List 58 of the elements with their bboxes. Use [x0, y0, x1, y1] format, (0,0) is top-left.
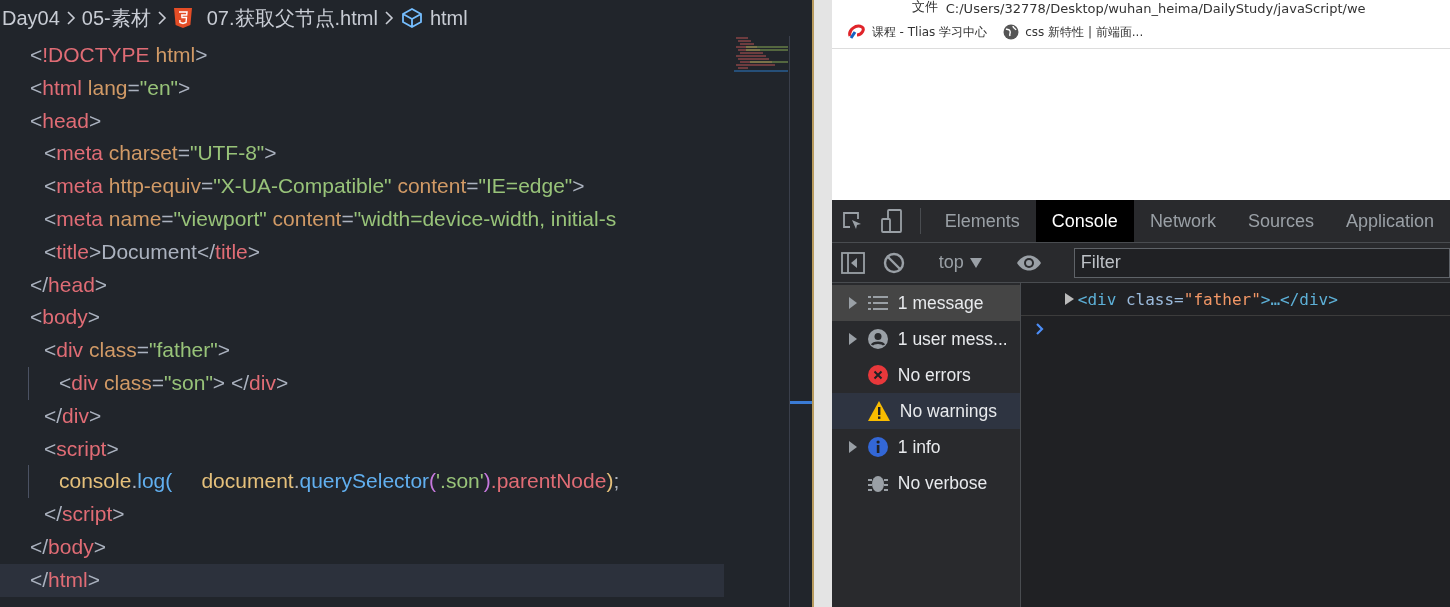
expand-arrow-icon[interactable] [1064, 293, 1074, 305]
sidebar-item[interactable]: 1 info [831, 429, 1020, 465]
code-line: <html lang="en"> [29, 74, 192, 101]
sidebar-item[interactable]: No errors [831, 357, 1020, 393]
code-line: </div> [43, 402, 103, 429]
sidebar-item[interactable]: No verbose [831, 465, 1020, 501]
code-line: </script> [43, 501, 126, 528]
sidebar-item[interactable]: 1 message [831, 285, 1020, 321]
devtools-tab[interactable]: Network [1133, 200, 1232, 242]
globe-icon [1003, 24, 1020, 40]
prompt-icon [1034, 322, 1045, 336]
expand-arrow-icon[interactable] [847, 297, 858, 309]
code-line: <meta name="viewport" content="width=device-width, initial-s [43, 206, 618, 232]
devtools-tab[interactable]: Application [1329, 200, 1450, 242]
expand-arrow-icon[interactable] [847, 441, 858, 453]
list-icon [867, 296, 888, 310]
breadcrumb-item[interactable]: 05-素材 [81, 4, 151, 32]
devtools-tab[interactable]: Sources [1231, 200, 1330, 242]
bookmark[interactable]: 课程 - Tlias 学习中心 [847, 23, 988, 41]
user-icon [867, 329, 888, 349]
code-line: <title>Document</title> [43, 238, 261, 265]
breadcrumb-item[interactable]: html [429, 6, 468, 30]
bug-icon [867, 473, 888, 493]
code-line: <meta http-equiv="X-UA-Compatible" content="IE=edge"> [43, 173, 586, 200]
devtools-tab[interactable]: Console [1035, 200, 1134, 242]
code-line: </body> [29, 533, 107, 560]
sidebar-item[interactable]: 1 user mess... [831, 321, 1020, 357]
cube-icon [399, 7, 424, 29]
breadcrumb-item[interactable]: 07.获取父节点.html [206, 4, 378, 32]
code-line: <meta charset="UTF-8"> [43, 140, 278, 167]
code-line: <body> [29, 304, 102, 331]
scroll-marker [790, 401, 812, 404]
code-line: <!DOCTYPE html> [29, 42, 209, 68]
code-line: <script> [43, 435, 120, 462]
chevron-icon [65, 10, 76, 26]
caret-icon [969, 257, 982, 268]
address-label: 文件 [911, 0, 938, 16]
code-line: <head> [29, 107, 103, 134]
devtools-tab[interactable]: Elements [928, 200, 1036, 242]
bookmark[interactable]: css 新特性 | 前端面... [1003, 23, 1144, 41]
code-line: console.log( document.querySelector('.son').parentNode); [58, 468, 621, 495]
sidebar-item[interactable]: No warnings [831, 393, 1020, 429]
breadcrumb-item[interactable]: Day04 [2, 6, 60, 30]
site-logo-icon [847, 24, 866, 40]
html5-icon [172, 7, 193, 29]
chevron-icon [383, 10, 394, 26]
address-url[interactable]: C:/Users/32778/Desktop/wuhan_heima/DailyStudy/javaScript/we [945, 1, 1366, 16]
info-icon [867, 437, 888, 457]
console-output[interactable]: <div class="father">…</div> [1077, 289, 1338, 309]
code-line: </head> [29, 271, 109, 298]
chevron-icon [156, 10, 167, 26]
code-line: <div class="son"> </div> [58, 369, 290, 396]
warning-icon [867, 401, 890, 421]
code-line: <div class="father"> [43, 337, 231, 364]
expand-arrow-icon[interactable] [847, 333, 858, 345]
error-icon [867, 365, 888, 385]
filter-field[interactable]: Filter [1073, 247, 1450, 278]
context-select[interactable]: top [930, 252, 990, 273]
